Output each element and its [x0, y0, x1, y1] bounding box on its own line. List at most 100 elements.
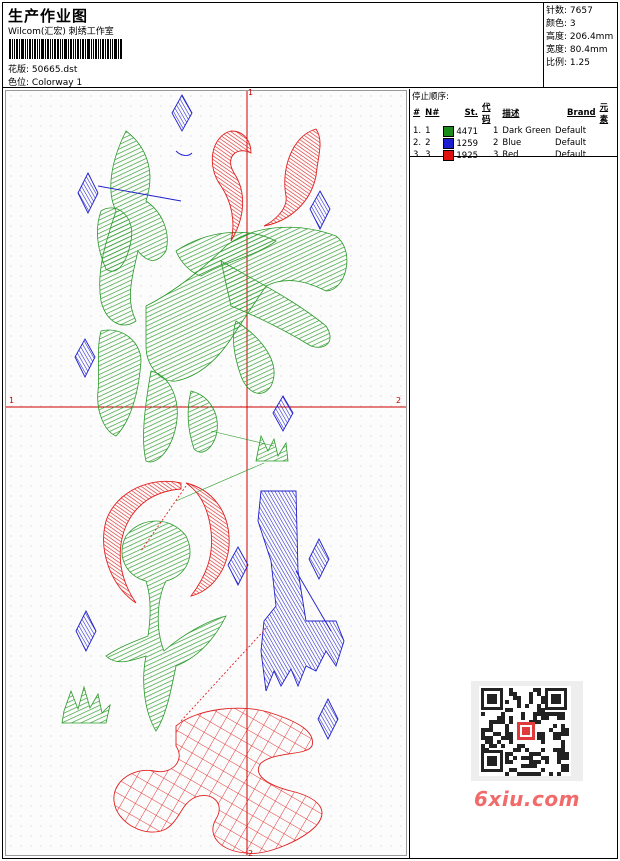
qr-module — [485, 736, 489, 740]
qr-module — [541, 700, 545, 704]
barcode-bar — [77, 39, 79, 59]
barcode-bar — [50, 39, 51, 59]
barcode-bar — [25, 39, 26, 59]
qr-module — [541, 716, 545, 720]
qr-module — [537, 688, 541, 692]
barcode-bar — [102, 39, 104, 59]
qr-module — [533, 772, 537, 776]
qr-module — [545, 712, 549, 716]
page-title: 生产作业图 — [8, 7, 89, 25]
qr-module — [561, 728, 565, 732]
barcode-bar — [73, 39, 74, 59]
cell-index: 3. — [413, 150, 422, 160]
qr-module — [533, 764, 537, 768]
qr-module — [545, 760, 549, 764]
cell-code: 1 — [493, 126, 499, 136]
qr-module — [553, 736, 557, 740]
qr-module — [537, 704, 541, 708]
qr-module — [525, 704, 529, 708]
qr-module — [501, 736, 505, 740]
cell-stitches: 4471 — [441, 125, 480, 137]
barcode-bar — [47, 39, 49, 59]
cell-stitches: 1925 — [441, 149, 480, 161]
qr-module — [565, 752, 569, 756]
barcode-bar — [37, 39, 38, 59]
qr-module — [561, 732, 565, 736]
barcode-bar — [87, 39, 90, 59]
qr-module — [501, 720, 505, 724]
barcode-bar — [118, 39, 119, 59]
qr-module — [533, 760, 537, 764]
barcode — [9, 39, 129, 59]
design-scale-label: 比例: — [546, 58, 568, 68]
qr-module — [561, 756, 565, 760]
qr-module — [522, 727, 530, 735]
qr-module — [517, 748, 521, 752]
qr-module — [481, 732, 485, 736]
qr-module — [517, 744, 521, 748]
qr-module — [565, 732, 569, 736]
barcode-bar — [27, 39, 28, 59]
blue-star-6 — [308, 537, 330, 581]
design-value: 50665.dst — [31, 65, 78, 75]
blue-star-2 — [77, 171, 99, 215]
barcode-bar — [16, 39, 18, 59]
qr-module — [513, 692, 517, 696]
qr-module — [529, 692, 533, 696]
qr-module — [497, 716, 501, 720]
qr-module — [517, 772, 521, 776]
axis-label-top: 1 — [248, 88, 254, 97]
qr-module — [505, 756, 509, 760]
qr-module — [541, 736, 545, 740]
qr-module — [537, 732, 541, 736]
qr-module — [505, 752, 509, 756]
qr-module — [525, 748, 529, 752]
qr-module — [497, 740, 501, 744]
qr-module — [517, 700, 521, 704]
barcode-bar — [9, 39, 11, 59]
qr-module — [501, 712, 505, 716]
design-file: 花版: 50665.dst — [8, 62, 77, 75]
blue-star-9 — [317, 697, 339, 741]
qr-module — [545, 756, 549, 760]
qr-module — [529, 764, 533, 768]
qr-module — [521, 772, 525, 776]
cell-brand: Default — [555, 126, 587, 136]
qr-module — [517, 696, 521, 700]
qr-module — [481, 728, 485, 732]
barcode-bar — [60, 39, 61, 59]
qr-module — [505, 760, 509, 764]
barcode-bar — [85, 39, 86, 59]
barcode-bar — [80, 39, 81, 59]
qr-module — [513, 748, 517, 752]
qr-module — [529, 756, 533, 760]
colorway-label: 色位: — [8, 78, 30, 88]
barcode-bar — [64, 39, 67, 59]
axis-label-bottom: 2 — [248, 849, 254, 858]
qr-module — [557, 748, 561, 752]
qr-module — [549, 712, 553, 716]
barcode-bar — [32, 39, 33, 59]
barcode-bar — [39, 39, 40, 59]
qr-module — [529, 696, 533, 700]
cell-brand: Default — [555, 138, 587, 148]
qr-module — [561, 724, 565, 728]
cell-n: 3 — [425, 150, 431, 160]
barcode-bar — [98, 39, 99, 59]
stitch-value: 1925 — [456, 150, 479, 161]
qr-module — [549, 728, 553, 732]
axis-label-left: 1 — [9, 396, 15, 405]
design-scale-value: 1.25 — [569, 58, 590, 68]
barcode-bar — [52, 39, 53, 59]
barcode-bar — [68, 39, 69, 59]
qr-module — [489, 728, 493, 732]
qr-module — [557, 732, 561, 736]
barcode-bar — [21, 39, 24, 59]
colorway-value: Colorway 1 — [31, 78, 83, 88]
cell-code: 2 — [493, 138, 499, 148]
barcode-bar — [57, 39, 59, 59]
qr-module — [533, 752, 537, 756]
qr-pattern — [481, 688, 569, 776]
qr-module — [489, 724, 493, 728]
qr-module — [537, 772, 541, 776]
